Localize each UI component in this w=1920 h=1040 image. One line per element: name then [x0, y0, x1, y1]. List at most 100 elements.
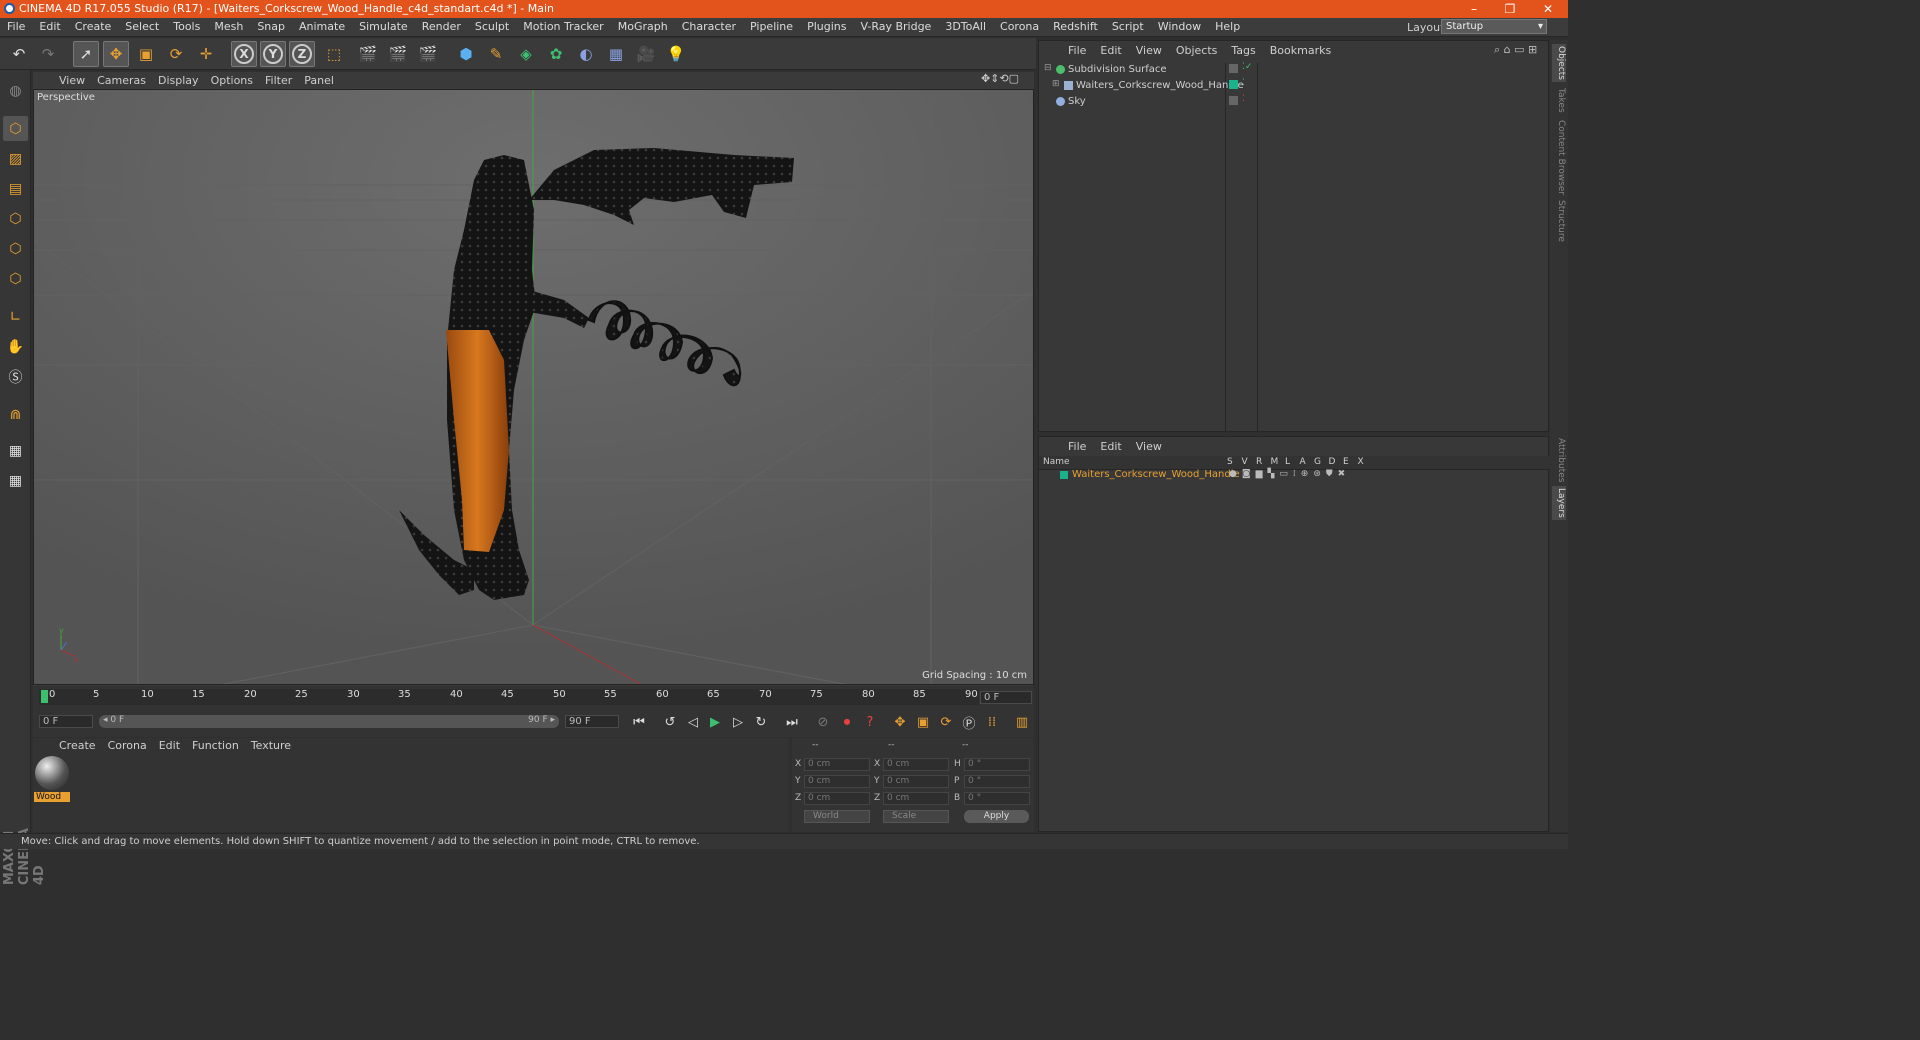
axis-mode-icon[interactable]: ∟: [3, 304, 28, 329]
object-row[interactable]: Sky: [1042, 95, 1225, 109]
tab-objects[interactable]: Objects: [1552, 44, 1566, 83]
material-menu-create[interactable]: Create: [53, 739, 102, 752]
menu-animate[interactable]: Animate: [292, 20, 352, 33]
solo-mode-icon[interactable]: Ⓢ: [3, 364, 28, 389]
menu-3dtoall[interactable]: 3DToAll: [938, 20, 993, 33]
key-position-icon[interactable]: ✥: [889, 712, 911, 732]
model-mode-icon[interactable]: ⬡: [3, 116, 28, 141]
snap-magnet-icon[interactable]: ⋒: [3, 402, 28, 427]
z-axis-lock-icon[interactable]: Z: [289, 41, 315, 67]
rotation-b-field[interactable]: 0 °: [964, 792, 1030, 805]
grid-snap-icon[interactable]: ▦: [3, 468, 28, 493]
menu-vray-bridge[interactable]: V-Ray Bridge: [853, 20, 938, 33]
move-tool-icon[interactable]: ✥: [103, 41, 129, 67]
layer-color-swatch[interactable]: [1060, 471, 1068, 479]
menu-mograph[interactable]: MoGraph: [611, 20, 675, 33]
menu-window[interactable]: Window: [1151, 20, 1208, 33]
object-search-icon[interactable]: ⌕ ⌂ ▭ ⊞: [1494, 43, 1537, 57]
polygons-mode-icon[interactable]: ⬡: [3, 266, 28, 291]
tab-attributes[interactable]: Attributes: [1552, 438, 1566, 482]
y-axis-lock-icon[interactable]: Y: [260, 41, 286, 67]
render-view-icon[interactable]: 🎬: [355, 41, 381, 67]
key-scale-icon[interactable]: ▣: [912, 712, 934, 732]
layer-flag-icons[interactable]: ●◙▆▚▭⁞⊕⊛⛊✖: [1229, 469, 1350, 479]
material-name[interactable]: Wood: [34, 792, 70, 802]
object-menu-file[interactable]: File: [1061, 44, 1093, 57]
previous-frame-icon[interactable]: ◁: [682, 712, 704, 732]
edges-mode-icon[interactable]: ⬡: [3, 236, 28, 261]
key-parameter-icon[interactable]: Ⓟ: [958, 712, 980, 732]
apply-button[interactable]: Apply: [964, 810, 1029, 823]
object-row[interactable]: ⊟ Subdivision Surface: [1042, 63, 1225, 77]
material-preview-wood[interactable]: [35, 756, 69, 790]
camera-icon[interactable]: 🎥: [633, 41, 659, 67]
object-menu-bookmarks[interactable]: Bookmarks: [1263, 44, 1338, 57]
deformer-icon[interactable]: ◐: [573, 41, 599, 67]
layout-dropdown[interactable]: Startup: [1441, 19, 1547, 34]
layer-col-solo[interactable]: S: [1227, 457, 1242, 467]
layer-menu-view[interactable]: View: [1129, 440, 1169, 453]
menu-mesh[interactable]: Mesh: [207, 20, 250, 33]
floor-scene-icon[interactable]: ▦: [603, 41, 629, 67]
tweak-mode-icon[interactable]: ✋: [3, 334, 28, 359]
minimize-button[interactable]: –: [1456, 0, 1492, 18]
menu-create[interactable]: Create: [68, 20, 119, 33]
autokey-icon[interactable]: ⏺: [836, 712, 858, 732]
layer-row[interactable]: Waiters_Corkscrew_Wood_Handle ●◙▆▚▭⁞⊕⊛⛊✖: [1039, 469, 1550, 482]
viewport-menu-options[interactable]: Options: [205, 74, 259, 87]
playhead-marker[interactable]: [41, 690, 48, 703]
coordinate-system-icon[interactable]: ⬚: [321, 41, 347, 67]
menu-corona[interactable]: Corona: [993, 20, 1046, 33]
mograph-cloner-icon[interactable]: ✿: [543, 41, 569, 67]
end-frame-field[interactable]: 90 F: [565, 715, 619, 728]
cube-primitive-icon[interactable]: ⬢: [453, 41, 479, 67]
key-rotation-icon[interactable]: ⟳: [935, 712, 957, 732]
object-menu-objects[interactable]: Objects: [1169, 44, 1225, 57]
size-y-field[interactable]: 0 cm: [883, 775, 949, 788]
menu-render[interactable]: Render: [415, 20, 468, 33]
light-bulb-icon[interactable]: 💡: [663, 41, 689, 67]
make-editable-icon[interactable]: ◍: [3, 78, 28, 103]
material-menu-edit[interactable]: Edit: [153, 739, 186, 752]
go-to-start-icon[interactable]: ⏮: [628, 712, 650, 732]
go-to-end-icon[interactable]: ⏭: [781, 712, 803, 732]
material-menu-corona[interactable]: Corona: [102, 739, 153, 752]
workplane-lock-icon[interactable]: ▦: [3, 438, 28, 463]
menu-tools[interactable]: Tools: [166, 20, 207, 33]
workplane-mode-icon[interactable]: ▤: [3, 176, 28, 201]
tab-takes[interactable]: Takes: [1552, 88, 1566, 113]
layer-tag-icon[interactable]: [1229, 96, 1238, 105]
viewport-menu-cameras[interactable]: Cameras: [91, 74, 152, 87]
keyframe-selection-icon[interactable]: ?: [859, 712, 881, 732]
points-mode-icon[interactable]: ⬡: [3, 206, 28, 231]
menu-sculpt[interactable]: Sculpt: [468, 20, 516, 33]
layer-col-animation[interactable]: A: [1300, 457, 1315, 467]
layer-col-manager[interactable]: M: [1271, 457, 1286, 467]
redo-icon[interactable]: ↷: [35, 41, 61, 67]
layer-col-deformers[interactable]: D: [1329, 457, 1344, 467]
menu-select[interactable]: Select: [118, 20, 166, 33]
scale-tool-icon[interactable]: ▣: [133, 41, 159, 67]
layer-col-expressions[interactable]: E: [1343, 457, 1358, 467]
material-menu-texture[interactable]: Texture: [245, 739, 297, 752]
render-settings-icon[interactable]: 🎬: [415, 41, 441, 67]
menu-pipeline[interactable]: Pipeline: [743, 20, 800, 33]
layer-col-generators[interactable]: G: [1314, 457, 1329, 467]
layer-menu-file[interactable]: File: [1061, 440, 1093, 453]
record-keys-icon[interactable]: ⊘: [812, 712, 834, 732]
render-picture-viewer-icon[interactable]: 🎬: [385, 41, 411, 67]
position-y-field[interactable]: 0 cm: [804, 775, 870, 788]
layer-col-locked[interactable]: L: [1285, 457, 1300, 467]
tab-structure[interactable]: Structure: [1552, 200, 1566, 242]
menu-motion-tracker[interactable]: Motion Tracker: [516, 20, 610, 33]
x-axis-lock-icon[interactable]: X: [231, 41, 257, 67]
close-button[interactable]: ✕: [1530, 0, 1566, 18]
object-menu-view[interactable]: View: [1129, 44, 1169, 57]
layer-color-icon[interactable]: [1229, 80, 1238, 89]
start-frame-field[interactable]: 0 F: [39, 715, 93, 728]
layer-name[interactable]: Waiters_Corkscrew_Wood_Handle: [1072, 469, 1240, 480]
transform-tool-icon[interactable]: ✛: [193, 41, 219, 67]
menu-file[interactable]: File: [0, 20, 32, 33]
rotate-tool-icon[interactable]: ⟳: [163, 41, 189, 67]
visibility-dots-icon[interactable]: ⁚: [1242, 94, 1245, 104]
